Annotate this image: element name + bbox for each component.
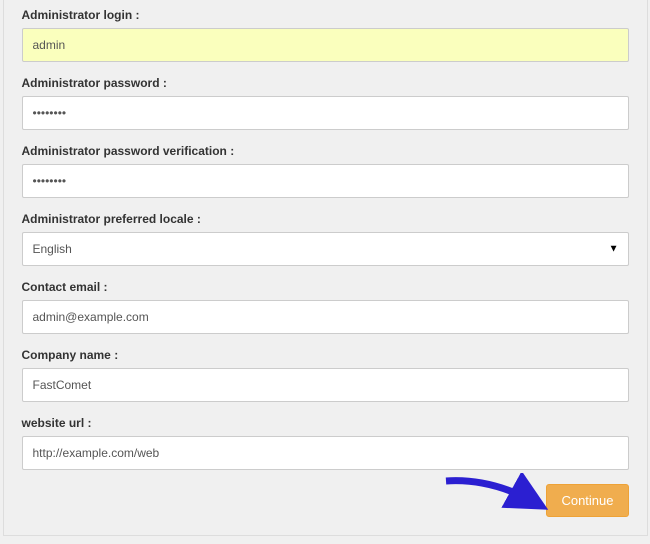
website-url-label: website url : (22, 416, 629, 430)
admin-password-verify-label: Administrator password verification : (22, 144, 629, 158)
admin-locale-label: Administrator preferred locale : (22, 212, 629, 226)
admin-locale-group: Administrator preferred locale : English… (22, 212, 629, 266)
website-url-input[interactable] (22, 436, 629, 470)
company-name-input[interactable] (22, 368, 629, 402)
admin-login-label: Administrator login : (22, 8, 629, 22)
admin-login-input[interactable] (22, 28, 629, 62)
admin-password-input[interactable] (22, 96, 629, 130)
company-name-group: Company name : (22, 348, 629, 402)
company-name-label: Company name : (22, 348, 629, 362)
admin-locale-select-wrap: English ▼ (22, 232, 629, 266)
admin-password-label: Administrator password : (22, 76, 629, 90)
contact-email-group: Contact email : (22, 280, 629, 334)
contact-email-label: Contact email : (22, 280, 629, 294)
admin-password-verify-group: Administrator password verification : (22, 144, 629, 198)
admin-locale-select[interactable]: English (22, 232, 629, 266)
admin-password-verify-input[interactable] (22, 164, 629, 198)
admin-password-group: Administrator password : (22, 76, 629, 130)
arrow-annotation-icon (441, 473, 551, 523)
contact-email-input[interactable] (22, 300, 629, 334)
website-url-group: website url : (22, 416, 629, 470)
admin-setup-form: Administrator login : Administrator pass… (3, 0, 648, 536)
form-actions: Continue (22, 484, 629, 517)
admin-login-group: Administrator login : (22, 8, 629, 62)
continue-button[interactable]: Continue (546, 484, 628, 517)
